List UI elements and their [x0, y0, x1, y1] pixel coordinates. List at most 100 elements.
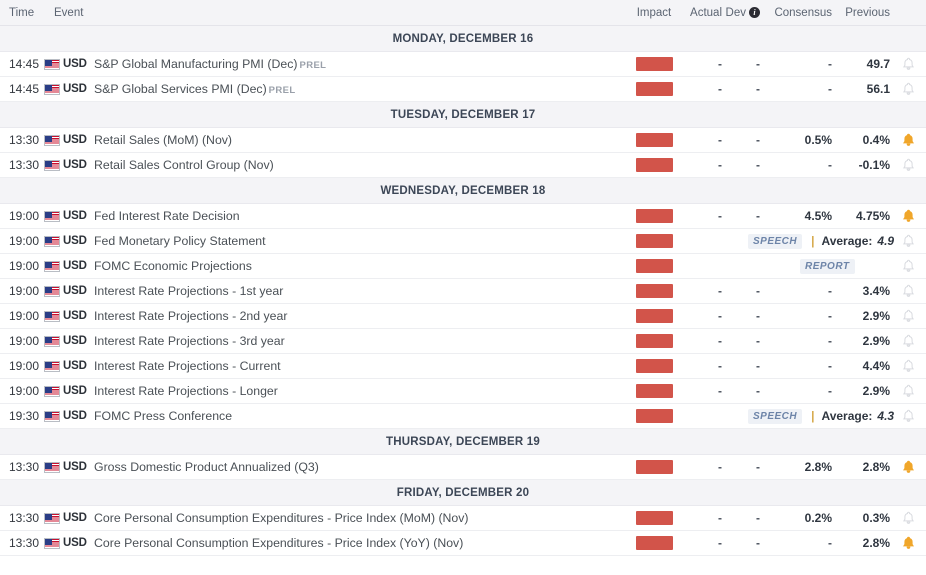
divider-pipe: | [811, 409, 814, 423]
event-previous-value: 3.4% [832, 284, 890, 298]
calendar-event-row[interactable]: 19:00USDFed Monetary Policy StatementSPE… [0, 229, 926, 254]
day-header-row: WEDNESDAY, DECEMBER 18 [0, 178, 926, 204]
currency-cell: USD [44, 335, 92, 347]
event-actual-value: - [682, 133, 722, 147]
calendar-event-row[interactable]: 13:30USDCore Personal Consumption Expend… [0, 531, 926, 556]
event-name[interactable]: FOMC Economic Projections [92, 259, 626, 273]
column-header-dev[interactable]: Dev i [722, 7, 760, 19]
day-header-label: MONDAY, DECEMBER 16 [393, 33, 534, 45]
column-header-actual[interactable]: Actual [682, 7, 722, 19]
alert-bell-icon[interactable] [890, 158, 926, 172]
alert-bell-icon[interactable] [890, 57, 926, 71]
event-type-tag[interactable]: REPORT [800, 259, 855, 274]
calendar-event-row[interactable]: 19:00USDInterest Rate Projections - Curr… [0, 354, 926, 379]
event-previous-value: 0.4% [832, 133, 890, 147]
alert-bell-icon[interactable] [890, 259, 926, 273]
currency-cell: USD [44, 385, 92, 397]
alert-bell-icon[interactable] [890, 82, 926, 96]
impact-bar-high [636, 133, 673, 147]
event-consensus-value: 2.8% [760, 460, 832, 474]
event-name[interactable]: Interest Rate Projections - Longer [92, 384, 626, 398]
alert-bell-icon-active[interactable] [890, 536, 926, 550]
column-header-time[interactable]: Time [0, 7, 44, 19]
event-name[interactable]: Interest Rate Projections - Current [92, 359, 626, 373]
alert-bell-icon[interactable] [890, 309, 926, 323]
calendar-event-row[interactable]: 19:00USDInterest Rate Projections - 1st … [0, 279, 926, 304]
event-name[interactable]: Interest Rate Projections - 3rd year [92, 334, 626, 348]
alert-bell-icon-active[interactable] [890, 460, 926, 474]
alert-bell-icon[interactable] [890, 284, 926, 298]
impact-cell [626, 334, 682, 348]
calendar-body: MONDAY, DECEMBER 1614:45USDS&P Global Ma… [0, 26, 926, 556]
currency-cell: USD [44, 58, 92, 70]
us-flag-icon [44, 462, 60, 473]
calendar-event-row[interactable]: 13:30USDRetail Sales (MoM) (Nov)--0.5%0.… [0, 128, 926, 153]
event-consensus-value: 0.2% [760, 511, 832, 525]
calendar-event-row[interactable]: 14:45USDS&P Global Services PMI (Dec)PRE… [0, 77, 926, 102]
calendar-column-header: Time Event Impact Actual Dev i Consensus… [0, 0, 926, 26]
alert-bell-icon[interactable] [890, 384, 926, 398]
event-previous-value: 2.9% [832, 384, 890, 398]
column-header-consensus[interactable]: Consensus [760, 7, 832, 19]
event-name[interactable]: Fed Interest Rate Decision [92, 209, 626, 223]
event-consensus-value: 4.5% [760, 209, 832, 223]
event-name[interactable]: Interest Rate Projections - 1st year [92, 284, 626, 298]
event-name[interactable]: Retail Sales (MoM) (Nov) [92, 133, 626, 147]
event-name[interactable]: Gross Domestic Product Annualized (Q3) [92, 460, 626, 474]
currency-code: USD [63, 235, 87, 247]
calendar-event-row[interactable]: 19:00USDFOMC Economic ProjectionsREPORT [0, 254, 926, 279]
column-header-impact[interactable]: Impact [626, 7, 682, 19]
calendar-event-row[interactable]: 19:00USDFed Interest Rate Decision--4.5%… [0, 204, 926, 229]
impact-bar-high [636, 536, 673, 550]
event-name[interactable]: S&P Global Manufacturing PMI (Dec)PREL [92, 57, 626, 71]
calendar-event-row[interactable]: 13:30USDCore Personal Consumption Expend… [0, 506, 926, 531]
calendar-event-row[interactable]: 19:30USDFOMC Press ConferenceSPEECH|Aver… [0, 404, 926, 429]
alert-bell-icon[interactable] [890, 234, 926, 248]
currency-code: USD [63, 260, 87, 272]
event-time: 14:45 [0, 82, 44, 96]
alert-bell-icon[interactable] [890, 334, 926, 348]
event-actual-value: - [682, 536, 722, 550]
event-previous-value: 2.9% [832, 309, 890, 323]
event-consensus-value: - [760, 334, 832, 348]
event-type-tag[interactable]: SPEECH [748, 409, 802, 424]
event-name[interactable]: Core Personal Consumption Expenditures -… [92, 511, 626, 525]
calendar-event-row[interactable]: 13:30USDRetail Sales Control Group (Nov)… [0, 153, 926, 178]
event-name[interactable]: Fed Monetary Policy Statement [92, 234, 626, 248]
alert-bell-icon-active[interactable] [890, 209, 926, 223]
event-previous-value: 0.3% [832, 511, 890, 525]
alert-bell-icon[interactable] [890, 359, 926, 373]
currency-cell: USD [44, 210, 92, 222]
event-previous-value: 4.4% [832, 359, 890, 373]
event-deviation-value: - [722, 511, 760, 525]
alert-bell-icon-active[interactable] [890, 133, 926, 147]
event-name[interactable]: FOMC Press Conference [92, 409, 626, 423]
calendar-event-row[interactable]: 13:30USDGross Domestic Product Annualize… [0, 455, 926, 480]
impact-bar-high [636, 409, 673, 423]
event-preliminary-badge: PREL [269, 85, 296, 96]
column-header-previous[interactable]: Previous [832, 7, 890, 19]
currency-cell: USD [44, 310, 92, 322]
currency-cell: USD [44, 512, 92, 524]
event-name[interactable]: Core Personal Consumption Expenditures -… [92, 536, 626, 550]
event-name[interactable]: S&P Global Services PMI (Dec)PREL [92, 82, 626, 96]
event-time: 13:30 [0, 536, 44, 550]
info-icon[interactable]: i [749, 7, 760, 18]
alert-bell-icon[interactable] [890, 511, 926, 525]
alert-bell-icon[interactable] [890, 409, 926, 423]
impact-cell [626, 284, 682, 298]
event-consensus-value: - [760, 82, 832, 96]
day-header-label: FRIDAY, DECEMBER 20 [397, 487, 529, 499]
impact-cell [626, 409, 682, 423]
calendar-event-row[interactable]: 19:00USDInterest Rate Projections - 3rd … [0, 329, 926, 354]
event-type-tag[interactable]: SPEECH [748, 234, 802, 249]
calendar-event-row[interactable]: 19:00USDInterest Rate Projections - 2nd … [0, 304, 926, 329]
event-time: 13:30 [0, 460, 44, 474]
event-name[interactable]: Interest Rate Projections - 2nd year [92, 309, 626, 323]
us-flag-icon [44, 311, 60, 322]
calendar-event-row[interactable]: 19:00USDInterest Rate Projections - Long… [0, 379, 926, 404]
event-consensus-value: - [760, 284, 832, 298]
event-name[interactable]: Retail Sales Control Group (Nov) [92, 158, 626, 172]
column-header-event[interactable]: Event [44, 7, 626, 19]
calendar-event-row[interactable]: 14:45USDS&P Global Manufacturing PMI (De… [0, 52, 926, 77]
